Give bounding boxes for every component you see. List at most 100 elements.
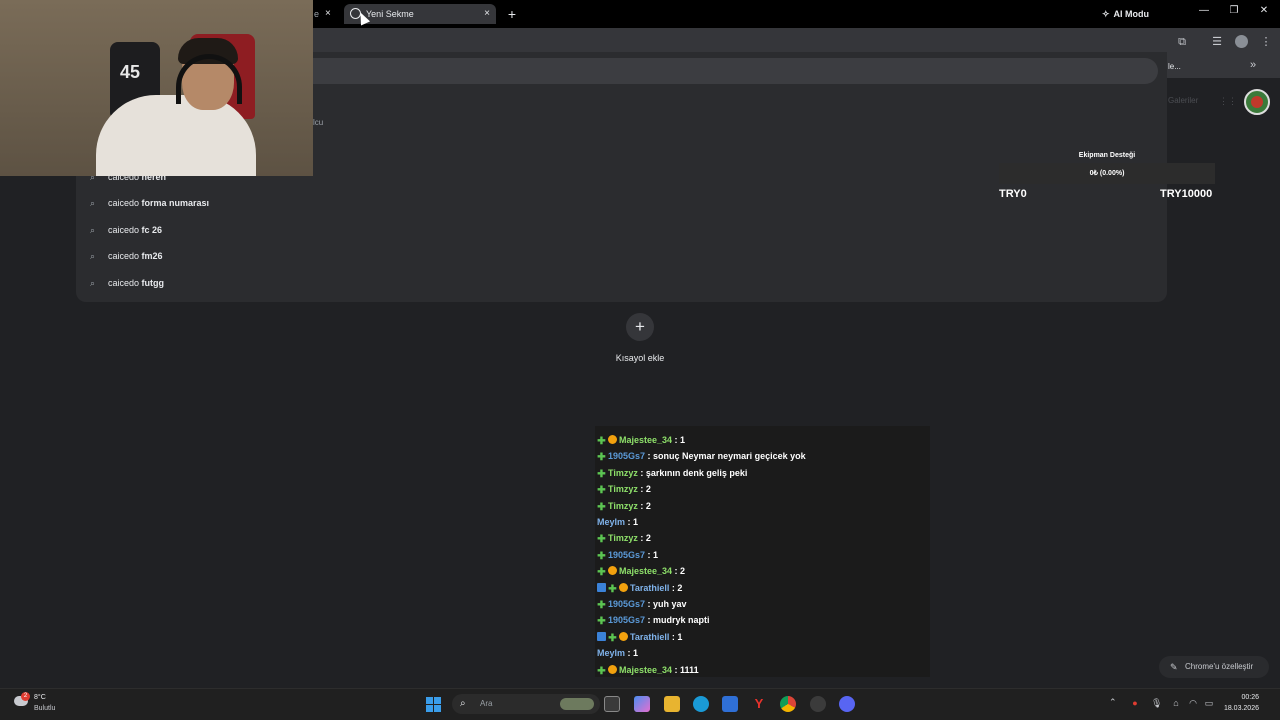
chat-username[interactable]: Tarathiell: [630, 632, 669, 642]
previous-tab-fragment[interactable]: e: [314, 4, 320, 24]
tray-chevron-icon[interactable]: ⌃: [1109, 697, 1117, 708]
chat-message: ✚ Timzyz : 2: [597, 499, 651, 513]
subscriber-plus-icon: ✚: [597, 665, 606, 677]
add-shortcut-button[interactable]: +: [626, 313, 654, 341]
chat-username[interactable]: Meylm: [597, 517, 625, 527]
search-placeholder: Ara: [480, 699, 493, 708]
microphone-icon[interactable]: 🎙: [1151, 698, 1162, 708]
pencil-icon: ✎: [1170, 662, 1178, 672]
weather-desc[interactable]: Bulutlu: [34, 705, 55, 712]
task-view-icon[interactable]: [604, 696, 620, 712]
new-tab-button[interactable]: +: [505, 4, 519, 24]
subscriber-plus-icon: ✚: [597, 468, 606, 480]
donation-max: TRY10000: [1160, 188, 1213, 200]
webcam-overlay: 45: [0, 0, 313, 176]
chat-text: : sonuç Neymar neymari geçicek yok: [645, 451, 806, 462]
omnibox-input[interactable]: [300, 58, 1158, 84]
apps-grid-icon[interactable]: ⋮⋮: [1219, 96, 1237, 107]
chat-message: ✚ Timzyz : şarkının denk geliş peki: [597, 466, 747, 480]
weather-badge: 2: [21, 692, 30, 701]
badge-icon: [608, 664, 617, 674]
clock-time[interactable]: 00:26: [1217, 694, 1259, 701]
chat-text: : 1: [669, 631, 683, 642]
suggestion-item[interactable]: ⌕ caicedo forma numarası: [90, 196, 209, 210]
chat-message: ✚ 1905Gs7 : yuh yav: [597, 597, 687, 611]
menu-kebab-icon[interactable]: ⋮: [1260, 36, 1272, 48]
chat-text: : 2: [637, 484, 651, 495]
donation-min: TRY0: [999, 188, 1027, 200]
chat-text: : 2: [669, 582, 683, 593]
chat-username[interactable]: Majestee_34: [619, 566, 672, 576]
customize-chrome-button[interactable]: ✎ Chrome'u özelleştir: [1159, 656, 1269, 678]
maximize-button[interactable]: ❐: [1226, 5, 1242, 16]
suggestion-item[interactable]: ⌕ caicedo fc 26: [90, 223, 162, 237]
chat-username[interactable]: Majestee_34: [619, 435, 672, 445]
chat-message: ✚ 1905Gs7 : sonuç Neymar neymari geçicek …: [597, 449, 806, 464]
tray-app-icon[interactable]: ●: [1130, 698, 1140, 708]
tab-close-button[interactable]: ×: [484, 4, 490, 24]
media-control-icon[interactable]: ☰: [1211, 36, 1223, 48]
subscriber-plus-icon: ✚: [597, 600, 606, 611]
store-icon[interactable]: [722, 696, 738, 712]
ai-mode-button[interactable]: ✧ AI Modu: [1102, 6, 1149, 22]
tray-icon[interactable]: ⌂: [1171, 698, 1181, 708]
chat-text: : 1: [645, 549, 659, 560]
battery-icon[interactable]: ▭: [1204, 698, 1214, 708]
chat-message: Meylm : 1: [597, 646, 638, 660]
previous-tab-close-button[interactable]: ×: [325, 4, 335, 24]
suggestion-item[interactable]: ⌕ caicedo futgg: [90, 276, 164, 290]
chat-username[interactable]: Timzyz: [608, 501, 638, 511]
subscriber-plus-icon: ✚: [597, 567, 606, 579]
chat-username[interactable]: Timzyz: [608, 533, 638, 543]
clock-date[interactable]: 18.03.2026: [1217, 705, 1259, 712]
wifi-icon[interactable]: ◠: [1188, 698, 1198, 708]
chat-username[interactable]: 1905Gs7: [608, 550, 645, 560]
chat-username[interactable]: 1905Gs7: [608, 599, 645, 609]
windows-start-icon[interactable]: [426, 697, 441, 712]
chat-message: Meylm : 1: [597, 515, 638, 529]
file-explorer-icon[interactable]: [664, 696, 680, 712]
donation-amount: 0₺ (0.00%): [1089, 170, 1125, 177]
chat-text: : mudryk napti: [645, 615, 710, 626]
chat-username[interactable]: Majestee_34: [619, 665, 672, 675]
chat-username[interactable]: Tarathiell: [630, 583, 669, 593]
search-icon: ⌕: [90, 278, 96, 288]
weather-temp[interactable]: 8°C: [34, 694, 46, 701]
chat-username[interactable]: Timzyz: [608, 468, 638, 478]
donation-title: Ekipman Desteği: [1078, 152, 1136, 159]
badge-icon: [608, 566, 617, 576]
tab-title: Yeni Sekme: [366, 9, 414, 19]
close-window-button[interactable]: ✕: [1256, 5, 1272, 16]
subscriber-plus-icon: ✚: [597, 616, 606, 628]
search-icon: ⌕: [90, 198, 96, 208]
edge-icon[interactable]: [693, 696, 709, 712]
chat-text: : 1: [672, 435, 686, 445]
search-highlight-image: [560, 698, 594, 710]
chat-message: ✚ 1905Gs7 : 1: [597, 548, 658, 562]
chat-username[interactable]: 1905Gs7: [608, 451, 645, 461]
chat-username[interactable]: Meylm: [597, 648, 625, 658]
yandex-icon[interactable]: Y: [751, 696, 767, 712]
taskbar-search[interactable]: ⌕ Ara: [452, 694, 600, 714]
copilot-icon[interactable]: [634, 696, 650, 712]
gallery-link[interactable]: Galeriler: [1168, 96, 1198, 105]
chat-message: ✚ Tarathiell : 1: [597, 630, 682, 644]
subscriber-plus-icon: ✚: [597, 534, 606, 546]
extensions-icon[interactable]: ⧉: [1176, 36, 1188, 48]
discord-icon[interactable]: [839, 696, 855, 712]
chat-text: : yuh yav: [645, 599, 687, 609]
chat-message: ✚ 1905Gs7 : mudryk napti: [597, 613, 710, 628]
bookmark-item[interactable]: le...: [1168, 62, 1181, 71]
customize-label: Chrome'u özelleştir: [1185, 662, 1254, 671]
moderator-icon: [597, 582, 606, 592]
suggestion-item[interactable]: ⌕ caicedo fm26: [90, 249, 163, 263]
chat-username[interactable]: 1905Gs7: [608, 615, 645, 625]
profile-avatar[interactable]: [1235, 35, 1248, 48]
app-icon[interactable]: [810, 696, 826, 712]
bookmarks-more-icon[interactable]: »: [1250, 59, 1256, 71]
subscriber-plus-icon: ✚: [597, 452, 606, 464]
chat-username[interactable]: Timzyz: [608, 484, 638, 494]
minimize-button[interactable]: —: [1196, 5, 1212, 16]
google-profile-avatar[interactable]: [1244, 89, 1270, 115]
chrome-icon[interactable]: [780, 696, 796, 712]
